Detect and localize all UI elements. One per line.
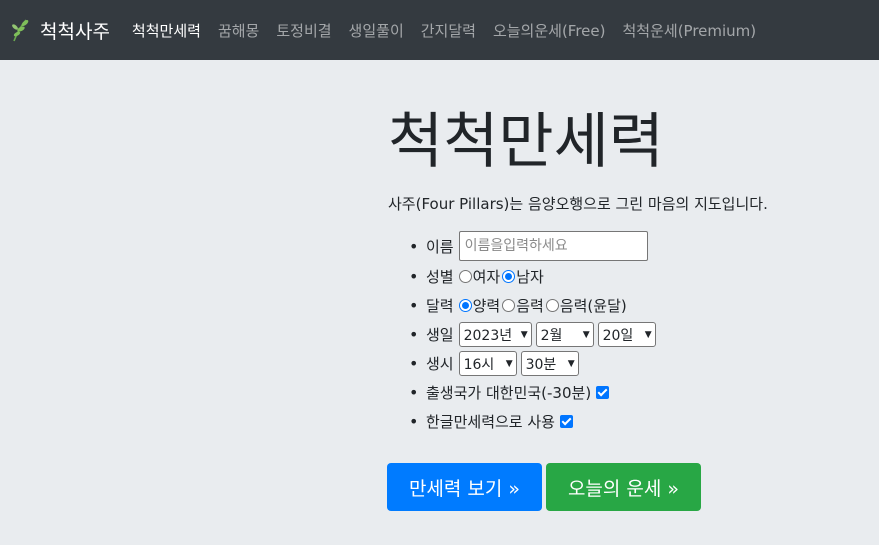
form-row-name: 이름 [409,230,660,262]
nav-item-today-free[interactable]: 오늘의운세(Free) [493,20,606,41]
radio-icon [545,299,559,312]
chevron-down-icon: ▼ [644,329,652,340]
nav-item-ganji-calendar[interactable]: 간지달력 [421,20,476,41]
birth-form: 이름 성별 여자 남자 달력 양력 음력 음력(윤달) 생일 2023년 [408,230,660,436]
nav-item-manseryeok[interactable]: 척척만세력 [132,20,201,41]
nav-menu: 척척만세력 꿈해몽 토정비결 생일풀이 간지달력 오늘의운세(Free) 척척운… [132,20,773,41]
nav-item-birthday[interactable]: 생일풀이 [349,20,404,41]
month-value: 2월 [540,327,563,344]
calendar-lunar-label: 음력 [516,297,544,315]
birthdate-label: 생일 [426,326,454,344]
view-manseryeok-button[interactable]: 만세력 보기 » [387,463,542,511]
nav-item-tojeong[interactable]: 토정비결 [276,20,331,41]
hour-value: 16시 [463,356,495,373]
day-select[interactable]: 20일 ▼ [597,322,656,347]
gender-label: 성별 [426,268,454,286]
chevron-down-icon: ▼ [520,329,528,340]
brand-link[interactable]: 척척사주 [8,17,110,44]
calendar-solar-radio[interactable]: 양력 [458,295,501,316]
radio-icon [502,299,516,312]
birthtime-label: 생시 [426,355,454,373]
radio-icon [458,270,472,283]
gender-female-radio[interactable]: 여자 [458,266,501,287]
minute-select[interactable]: 30분 ▼ [520,351,579,376]
calendar-lunar-leap-radio[interactable]: 음력(윤달) [545,295,627,316]
radio-checked-icon [502,270,516,283]
month-select[interactable]: 2월 ▼ [535,322,594,347]
hangul-checkbox[interactable] [559,415,573,428]
hour-select[interactable]: 16시 ▼ [458,351,517,376]
brand-name: 척척사주 [40,20,110,43]
radio-checked-icon [458,299,472,312]
chevron-down-icon: ▼ [505,358,513,369]
country-label: 출생국가 대한민국(-30분) [426,384,592,402]
name-input[interactable] [458,231,648,261]
form-row-birthdate: 생일 2023년 ▼ 2월 ▼ 20일 ▼ [409,320,660,349]
form-row-gender: 성별 여자 남자 [409,262,660,291]
page-title: 척척만세력 [388,107,664,177]
form-row-calendar: 달력 양력 음력 음력(윤달) [409,291,660,320]
calendar-solar-label: 양력 [472,297,501,315]
gender-male-radio[interactable]: 남자 [502,266,544,287]
minute-value: 30분 [525,356,557,373]
chevron-down-icon: ▼ [582,329,590,340]
today-fortune-button[interactable]: 오늘의 운세 » [546,463,701,511]
name-label: 이름 [426,237,454,256]
calendar-label: 달력 [426,297,454,315]
form-row-hangul: 한글만세력으로 사용 [409,407,660,436]
gender-female-label: 여자 [472,268,501,286]
calendar-lunar-leap-label: 음력(윤달) [559,297,627,315]
nav-item-dream[interactable]: 꿈해몽 [218,20,259,41]
chevron-down-icon: ▼ [567,358,575,369]
navbar: 척척사주 척척만세력 꿈해몽 토정비결 생일풀이 간지달력 오늘의운세(Free… [0,0,879,60]
year-select[interactable]: 2023년 ▼ [458,322,532,347]
nav-item-premium[interactable]: 척척운세(Premium) [623,20,757,41]
calendar-lunar-radio[interactable]: 음력 [502,295,544,316]
form-row-country: 출생국가 대한민국(-30분) [409,378,660,407]
country-checkbox[interactable] [596,386,610,399]
day-value: 20일 [602,327,634,344]
page-lead: 사주(Four Pillars)는 음양오행으로 그린 마음의 지도입니다. [388,195,768,213]
leaf-icon [12,19,29,42]
year-value: 2023년 [463,327,513,344]
hangul-label: 한글만세력으로 사용 [426,413,555,431]
form-row-birthtime: 생시 16시 ▼ 30분 ▼ [409,349,660,378]
gender-male-label: 남자 [516,268,544,286]
